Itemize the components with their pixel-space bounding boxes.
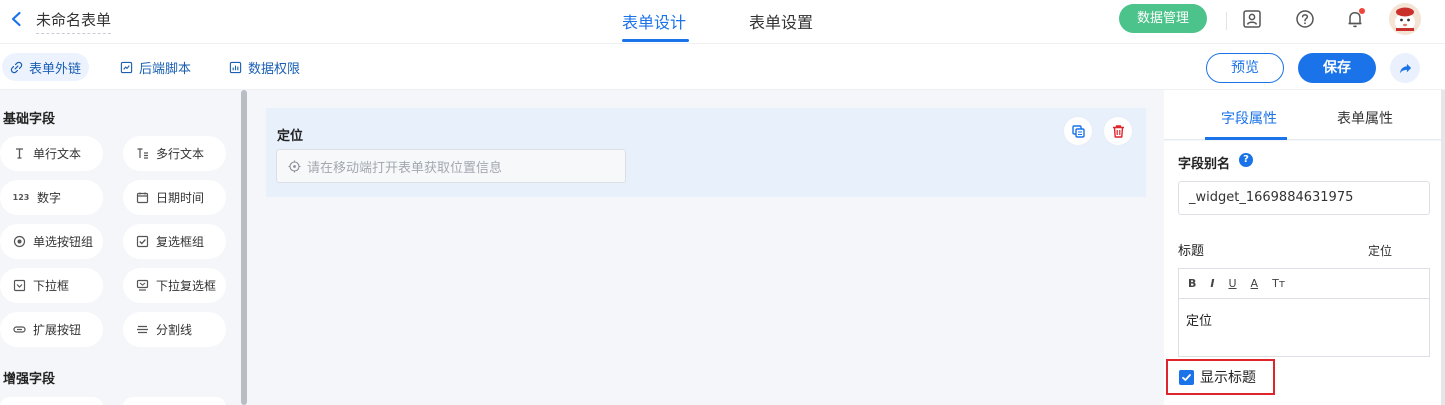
calendar-icon <box>135 191 149 205</box>
bold-button[interactable]: B <box>1188 277 1196 290</box>
field-number[interactable]: 123 数字 <box>0 180 103 215</box>
field-label: 下拉框 <box>33 279 70 293</box>
properties-tabs <box>1164 90 1445 140</box>
title-rich-text-editor[interactable]: 定位 <box>1178 298 1430 357</box>
share-button[interactable] <box>1390 53 1420 83</box>
advanced-fields-title: 增强字段 <box>3 372 56 387</box>
properties-scrollbar[interactable] <box>1441 90 1445 405</box>
script-icon <box>120 61 133 73</box>
form-external-link-button[interactable]: 表单外链 <box>2 53 90 81</box>
contact-card-icon[interactable] <box>1241 8 1263 30</box>
checkbox-group-icon <box>135 235 149 249</box>
permission-icon <box>229 61 242 73</box>
field-label: 下拉复选框 <box>156 279 217 293</box>
multiline-text-icon <box>135 147 149 161</box>
backend-script-button[interactable]: 后端脚本 <box>112 53 199 81</box>
extend-button-icon <box>12 323 26 337</box>
palette-scrollbar[interactable] <box>241 90 247 405</box>
dropdown-multi-icon <box>135 279 149 293</box>
tab-form-settings[interactable]: 表单设置 <box>749 9 813 33</box>
field-date-time[interactable]: 日期时间 <box>123 180 226 215</box>
underline-button[interactable]: U <box>1228 277 1236 290</box>
tab-form-design[interactable]: 表单设计 <box>622 9 686 33</box>
data-permission-button[interactable]: 数据权限 <box>221 53 308 81</box>
title-label: 标题 <box>1178 244 1205 259</box>
help-circle-icon[interactable] <box>1294 8 1316 30</box>
location-target-icon <box>288 160 301 172</box>
radio-icon <box>12 235 26 249</box>
widget-title: 定位 <box>277 129 304 144</box>
toolbar: 表单外链 后端脚本 数据权限 预览 保存 <box>0 44 1445 90</box>
tab-form-properties[interactable]: 表单属性 <box>1337 108 1393 128</box>
tab-field-properties[interactable]: 字段属性 <box>1221 108 1277 128</box>
data-management-button[interactable]: 数据管理 <box>1119 4 1207 33</box>
field-chip-partial[interactable] <box>0 397 103 405</box>
copy-icon <box>1071 124 1085 138</box>
field-label: 扩展按钮 <box>33 323 82 337</box>
clear-format-button[interactable]: Tт <box>1272 277 1285 290</box>
field-label: 数字 <box>37 191 62 205</box>
field-multi-line-text[interactable]: 多行文本 <box>123 136 226 171</box>
backend-script-label: 后端脚本 <box>139 61 192 77</box>
checkbox-checked-icon <box>1179 369 1194 385</box>
divider-icon <box>135 323 149 337</box>
copy-widget-button[interactable] <box>1064 117 1092 145</box>
field-radio-group[interactable]: 单选按钮组 <box>0 224 103 259</box>
notification-dot <box>1359 8 1365 14</box>
delete-widget-button[interactable] <box>1104 117 1132 145</box>
field-extend-button[interactable]: 扩展按钮 <box>0 312 103 347</box>
number-icon: 123 <box>12 193 30 202</box>
field-alias-label: 字段别名 <box>1178 157 1231 172</box>
form-external-link-label: 表单外链 <box>29 61 82 77</box>
field-checkbox-group[interactable]: 复选框组 <box>123 224 226 259</box>
form-name[interactable]: 未命名表单 <box>36 9 112 34</box>
data-permission-label: 数据权限 <box>248 61 301 77</box>
save-button[interactable]: 保存 <box>1298 53 1376 83</box>
field-label: 多行文本 <box>156 147 205 161</box>
properties-tab-indicator <box>1205 137 1287 140</box>
active-tab-indicator <box>622 39 689 42</box>
trash-icon <box>1112 124 1124 138</box>
field-label: 单选按钮组 <box>33 235 94 249</box>
rich-text-toolbar: B I U A Tт <box>1178 268 1430 298</box>
share-arrow-icon <box>1399 63 1411 74</box>
dropdown-icon <box>12 279 26 293</box>
text-cursor-icon <box>12 147 26 161</box>
location-placeholder: 请在移动端打开表单获取位置信息 <box>307 160 503 176</box>
field-dropdown-multi[interactable]: 下拉复选框 <box>123 268 226 303</box>
field-single-line-text[interactable]: 单行文本 <box>0 136 103 171</box>
basic-fields-title: 基础字段 <box>3 112 56 127</box>
field-dropdown[interactable]: 下拉框 <box>0 268 103 303</box>
avatar[interactable] <box>1389 3 1421 35</box>
font-color-button[interactable]: A <box>1251 277 1259 290</box>
title-value-field[interactable]: 定位 <box>1330 237 1430 265</box>
field-alias-input[interactable]: _widget_1669884631975 <box>1178 181 1430 215</box>
divider <box>1226 12 1227 30</box>
field-label: 单行文本 <box>33 147 82 161</box>
field-label: 日期时间 <box>156 191 205 205</box>
field-divider[interactable]: 分割线 <box>123 312 226 347</box>
italic-button[interactable]: I <box>1210 277 1214 290</box>
show-title-checkbox[interactable]: 显示标题 <box>1166 359 1275 395</box>
show-title-label: 显示标题 <box>1200 370 1256 386</box>
top-bar: 未命名表单 表单设计 表单设置 数据管理 <box>0 0 1445 44</box>
help-icon[interactable]: ? <box>1239 153 1253 167</box>
preview-button[interactable]: 预览 <box>1206 53 1284 83</box>
link-icon <box>10 61 23 73</box>
field-chip-partial[interactable] <box>123 397 226 405</box>
field-label: 分割线 <box>156 323 193 337</box>
back-icon[interactable] <box>8 10 26 28</box>
location-input: 请在移动端打开表单获取位置信息 <box>276 149 626 183</box>
field-label: 复选框组 <box>156 235 205 249</box>
